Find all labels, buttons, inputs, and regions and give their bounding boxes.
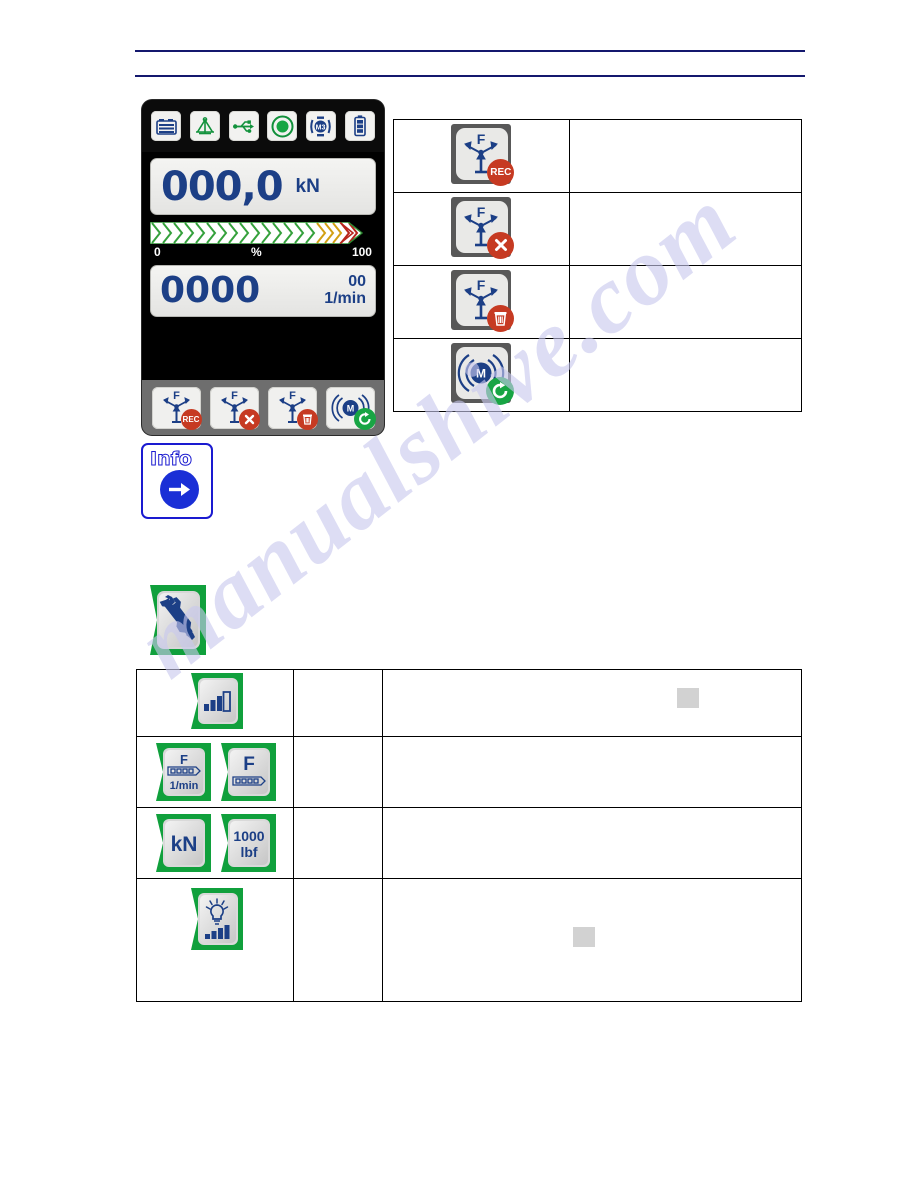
cell-description [381, 878, 803, 1002]
softkey-motor-restart[interactable]: M [325, 386, 376, 430]
table-row: F 1/min F [136, 736, 803, 808]
cell-icon-force-rpm-toggle: F 1/min F [136, 736, 294, 808]
cell-mid [292, 669, 383, 737]
table-row: F [393, 265, 803, 339]
rec-badge-label: REC [490, 166, 512, 178]
table-row: kN 1000 lbf [136, 807, 803, 879]
scale-unit: % [250, 245, 262, 259]
svg-text:1000: 1000 [234, 828, 265, 844]
inline-placeholder-box [676, 688, 699, 708]
load-bargraph [150, 222, 376, 244]
backlight-level-icon[interactable] [185, 886, 245, 952]
wrench-settings-key[interactable] [144, 585, 206, 655]
scale-min: 0 [154, 245, 161, 259]
svg-text:kN: kN [171, 833, 198, 856]
svg-text:M: M [476, 366, 486, 380]
bargraph-scale: 0 % 100 [150, 244, 376, 259]
info-callout-box: Info [141, 443, 213, 519]
rpm-unit-group: 00 1/min [324, 273, 366, 308]
svg-text:lbf: lbf [241, 844, 258, 860]
device-display-mockup: M3 000,0 kN 0 % 100 0000 00 1/min F REC … [142, 100, 384, 435]
cell-mid [292, 807, 383, 879]
battery-level-icon [344, 111, 375, 141]
force-unit: kN [295, 175, 320, 197]
m3-torque-icon: M3 [305, 111, 336, 141]
svg-text:F: F [180, 752, 188, 767]
force-value-display: 000,0 kN [150, 158, 376, 215]
rpm-secondary: 00 [348, 273, 366, 291]
device-softkey-bar: F REC F F M [142, 380, 384, 435]
trash-badge-icon [296, 408, 318, 430]
svg-text:M: M [346, 403, 354, 413]
usb-icon [228, 111, 259, 141]
cell-description [568, 119, 803, 193]
table-row: F REC [393, 119, 803, 193]
cell-description [568, 265, 803, 339]
cell-icon-unit-toggle: kN 1000 lbf [136, 807, 294, 879]
cell-icon-backlight [136, 878, 294, 1002]
scale-balance-icon [189, 111, 220, 141]
header-rule-top [135, 50, 805, 52]
cell-icon-force-record: F REC [393, 119, 570, 193]
cell-description [568, 338, 803, 412]
icon-pair: kN 1000 lbf [137, 812, 293, 874]
icon-pair: F 1/min F [137, 741, 293, 803]
softkey-force-record[interactable]: F REC [151, 386, 202, 430]
scale-max: 100 [351, 245, 372, 259]
table-row [136, 878, 803, 1002]
inline-placeholder-box [572, 927, 595, 947]
rpm-value-display: 0000 00 1/min [150, 265, 376, 317]
svg-text:F: F [477, 204, 486, 220]
table-row [136, 669, 803, 737]
restart-badge-icon [353, 407, 376, 430]
settings-description-table: F 1/min F kN 1000 lbf [136, 669, 803, 1002]
info-label: Info [150, 448, 193, 471]
trash-badge-icon [487, 304, 515, 332]
force-value: 000,0 [161, 163, 284, 210]
cell-mid [292, 878, 383, 1002]
contrast-level-icon[interactable] [185, 671, 245, 731]
device-status-bar: M3 [142, 100, 384, 152]
softkey-rec-badge: REC [182, 414, 200, 424]
info-arrow-icon [160, 470, 199, 509]
cell-icon-contrast [136, 669, 294, 737]
table-row: F [393, 192, 803, 266]
device-screen: 000,0 kN 0 % 100 0000 00 1/min [142, 152, 384, 380]
svg-text:M3: M3 [316, 124, 326, 131]
cell-icon-force-cancel: F [393, 192, 570, 266]
table-row: M [393, 338, 803, 412]
cell-icon-force-delete: F [393, 265, 570, 339]
kn-unit-icon[interactable]: kN [151, 812, 213, 874]
svg-text:F: F [231, 390, 238, 402]
cancel-badge-icon [238, 408, 260, 430]
rpm-unit: 1/min [324, 290, 366, 307]
softkey-description-table-top: F REC F F M [393, 119, 803, 412]
cell-description [381, 736, 803, 808]
svg-text:F: F [289, 390, 296, 402]
cell-icon-motor-restart: M [393, 338, 570, 412]
record-dot-icon [267, 111, 298, 141]
svg-text:F: F [477, 277, 486, 293]
force-rpm-bar-icon[interactable]: F 1/min [151, 741, 213, 803]
battery-pack-icon [151, 111, 182, 141]
svg-text:1/min: 1/min [170, 780, 199, 792]
lbf-unit-icon[interactable]: 1000 lbf [216, 812, 278, 874]
softkey-force-cancel[interactable]: F [209, 386, 260, 430]
cell-description [568, 192, 803, 266]
softkey-force-delete[interactable]: F [267, 386, 318, 430]
svg-text:F: F [244, 754, 256, 775]
cancel-badge-icon [487, 231, 515, 259]
svg-text:F: F [173, 390, 180, 402]
header-rule-bottom [135, 75, 805, 77]
cell-description [381, 807, 803, 879]
restart-badge-icon [486, 376, 515, 405]
cell-description [381, 669, 803, 737]
rpm-value: 0000 [160, 270, 261, 311]
svg-text:F: F [477, 131, 486, 147]
cell-mid [292, 736, 383, 808]
force-bar-icon[interactable]: F [216, 741, 278, 803]
